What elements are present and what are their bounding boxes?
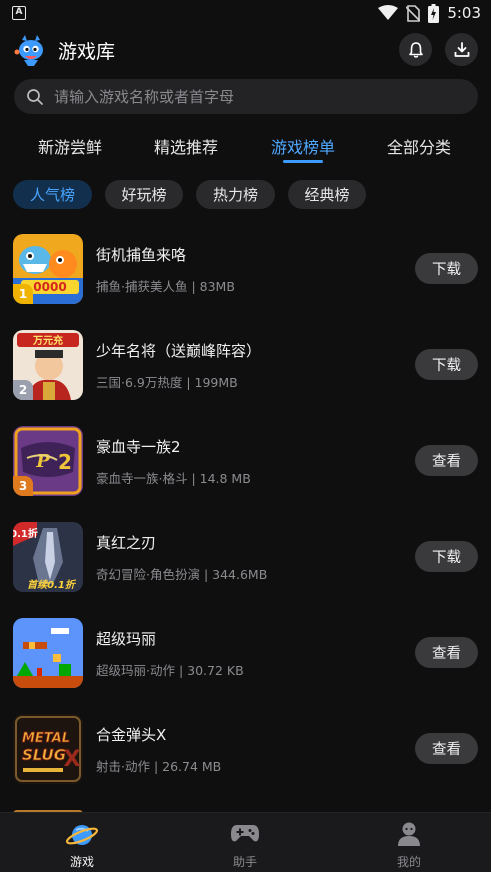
badge-text: 0.1折: [13, 527, 38, 540]
game-title: 街机捕鱼来咯: [96, 246, 187, 264]
download-button[interactable]: 下载: [415, 541, 478, 572]
game-thumbnail: P 2 3: [13, 426, 83, 496]
chip-popular[interactable]: 人气榜: [13, 180, 92, 209]
mario-game-art: [13, 618, 83, 688]
game-meta: 豪血寺一族·格斗 | 14.8 MB: [96, 471, 251, 486]
nav-games[interactable]: 游戏: [27, 813, 137, 872]
user-icon: [398, 822, 420, 846]
app-logo-icon: [14, 35, 43, 66]
nav-profile[interactable]: 我的: [354, 813, 464, 872]
game-thumbnail: METAL SLUG X: [13, 714, 83, 784]
svg-text:METAL: METAL: [22, 731, 70, 746]
app-header: 游戏库: [0, 28, 491, 74]
view-button[interactable]: 查看: [415, 637, 478, 668]
rank-badge: 2: [13, 380, 33, 400]
search-icon: [27, 88, 43, 105]
game-title: 合金弹头X: [96, 726, 167, 744]
nav-label: 我的: [396, 855, 421, 869]
download-icon: [454, 41, 469, 57]
category-tabs: 新游尝鲜 精选推荐 游戏榜单 全部分类: [0, 130, 491, 164]
view-button[interactable]: 查看: [415, 445, 478, 476]
status-bar: A 5:03: [0, 0, 491, 28]
status-time: 5:03: [447, 4, 481, 22]
list-item[interactable]: P 2 3 豪血寺一族2 豪血寺一族·格斗 | 14.8 MB 查看: [0, 426, 491, 522]
page-title: 游戏库: [58, 41, 116, 63]
list-item[interactable]: 万元充 2 少年名将（送巅峰阵容） 三国·6.9万热度 | 199MB 下载: [0, 330, 491, 426]
tab-all-categories[interactable]: 全部分类: [387, 134, 451, 158]
view-button[interactable]: 查看: [415, 733, 478, 764]
chip-classic[interactable]: 经典榜: [288, 180, 366, 209]
active-tab-indicator: [283, 160, 323, 163]
art-caption: 首续0.1折: [27, 579, 77, 591]
game-thumbnail: [13, 618, 83, 688]
tab-rankings[interactable]: 游戏榜单: [271, 134, 335, 158]
nav-assistant[interactable]: 助手: [190, 813, 300, 872]
chip-fun[interactable]: 好玩榜: [105, 180, 183, 209]
game-thumbnail: 0.1折 首续0.1折: [13, 522, 83, 592]
wifi-icon: [378, 5, 399, 20]
svg-text:P: P: [35, 451, 50, 472]
svg-text:0000: 0000: [33, 280, 66, 294]
svg-text:SLUG: SLUG: [22, 746, 66, 764]
game-meta: 三国·6.9万热度 | 199MB: [96, 375, 238, 390]
notification-app-icon: A: [12, 6, 26, 20]
bell-icon: [408, 41, 423, 58]
rank-badge: 1: [13, 284, 33, 304]
rank-badge: 3: [13, 476, 33, 496]
nav-label: 游戏: [69, 855, 94, 869]
list-item[interactable]: METAL SLUG X 合金弹头X 射击·动作 | 26.74 MB 查看: [0, 714, 491, 810]
game-thumbnail: 0000 1: [13, 234, 83, 304]
status-icons: 5:03: [378, 3, 481, 23]
list-item[interactable]: 0000 1 街机捕鱼来咯 捕鱼·捕获美人鱼 | 83MB 下载: [0, 234, 491, 330]
badge-text: 万元充: [32, 334, 63, 347]
downloads-button[interactable]: [445, 33, 478, 66]
list-item[interactable]: 超级玛丽 超级玛丽·动作 | 30.72 KB 查看: [0, 618, 491, 714]
download-button[interactable]: 下载: [415, 349, 478, 380]
tab-new-games[interactable]: 新游尝鲜: [38, 134, 102, 158]
search-bar[interactable]: [14, 79, 478, 114]
search-input[interactable]: [54, 87, 454, 106]
game-meta: 超级玛丽·动作 | 30.72 KB: [96, 663, 244, 678]
notifications-button[interactable]: [399, 33, 432, 66]
gamepad-icon: [231, 825, 259, 842]
game-meta: 奇幻冒险·角色扮演 | 344.6MB: [96, 567, 268, 582]
blade-game-art: 0.1折 首续0.1折: [13, 522, 83, 592]
nav-label: 助手: [232, 855, 257, 869]
svg-text:X: X: [64, 747, 81, 772]
game-meta: 射击·动作 | 26.74 MB: [96, 759, 222, 774]
game-title: 真红之刃: [96, 534, 157, 552]
planet-icon: [66, 825, 98, 845]
download-button[interactable]: 下载: [415, 253, 478, 284]
game-title: 超级玛丽: [96, 630, 157, 648]
game-title: 豪血寺一族2: [96, 438, 181, 456]
list-item[interactable]: 0.1折 首续0.1折 真红之刃 奇幻冒险·角色扮演 | 344.6MB 下载: [0, 522, 491, 618]
game-meta: 捕鱼·捕获美人鱼 | 83MB: [96, 279, 235, 294]
battery-charging-icon: [428, 3, 440, 23]
bottom-navigation: 游戏 助手 我的: [0, 812, 491, 872]
game-thumbnail: 万元充 2: [13, 330, 83, 400]
metal-slug-game-art: METAL SLUG X: [13, 714, 83, 784]
svg-text:2: 2: [58, 450, 72, 474]
tab-recommended[interactable]: 精选推荐: [154, 134, 218, 158]
no-sim-icon: [406, 4, 421, 22]
game-title: 少年名将（送巅峰阵容）: [96, 342, 262, 360]
chip-hot[interactable]: 热力榜: [196, 180, 275, 209]
